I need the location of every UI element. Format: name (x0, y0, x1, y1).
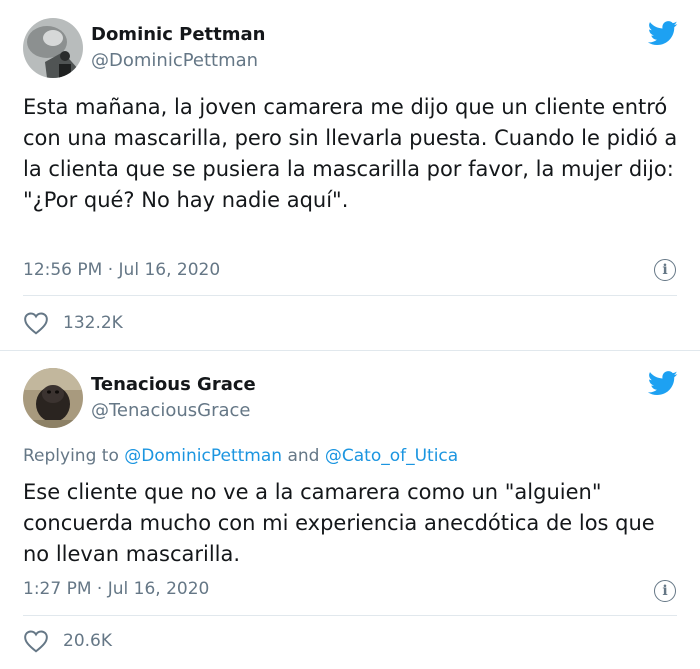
tweet-text: Esta mañana, la joven camarera me dijo q… (23, 95, 678, 212)
info-icon[interactable]: i (654, 580, 676, 602)
display-name[interactable]: Dominic Pettman (91, 24, 265, 45)
heart-icon[interactable] (23, 311, 49, 335)
tweet-text: Ese cliente que no ve a la camarera como… (23, 480, 655, 566)
display-name[interactable]: Tenacious Grace (91, 374, 256, 395)
avatar[interactable] (23, 368, 83, 428)
like-action[interactable]: 20.6K (23, 629, 112, 653)
info-icon[interactable]: i (654, 259, 676, 281)
reply-mention-link[interactable]: @Cato_of_Utica (325, 446, 458, 466)
divider (23, 295, 677, 296)
heart-icon[interactable] (23, 629, 49, 653)
reply-context: Replying to @DominicPettman and @Cato_of… (23, 446, 458, 466)
user-handle[interactable]: @DominicPettman (91, 50, 258, 71)
like-action[interactable]: 132.2K (23, 311, 123, 335)
tweet-card: Dominic Pettman @DominicPettman Esta mañ… (0, 0, 700, 350)
avatar[interactable] (23, 18, 83, 78)
twitter-bird-icon[interactable] (648, 371, 678, 396)
twitter-bird-icon[interactable] (648, 21, 678, 46)
divider (23, 615, 677, 616)
like-count: 132.2K (63, 313, 123, 333)
tweet-timestamp[interactable]: 12:56 PM · Jul 16, 2020 (23, 260, 220, 280)
like-count: 20.6K (63, 631, 112, 651)
user-handle[interactable]: @TenaciousGrace (91, 400, 251, 421)
tweet-timestamp[interactable]: 1:27 PM · Jul 16, 2020 (23, 579, 209, 599)
reply-mention-link[interactable]: @DominicPettman (124, 446, 282, 466)
reply-prefix: Replying to (23, 446, 119, 466)
reply-joiner: and (287, 446, 320, 466)
tweet-card: Tenacious Grace @TenaciousGrace Replying… (0, 351, 700, 669)
